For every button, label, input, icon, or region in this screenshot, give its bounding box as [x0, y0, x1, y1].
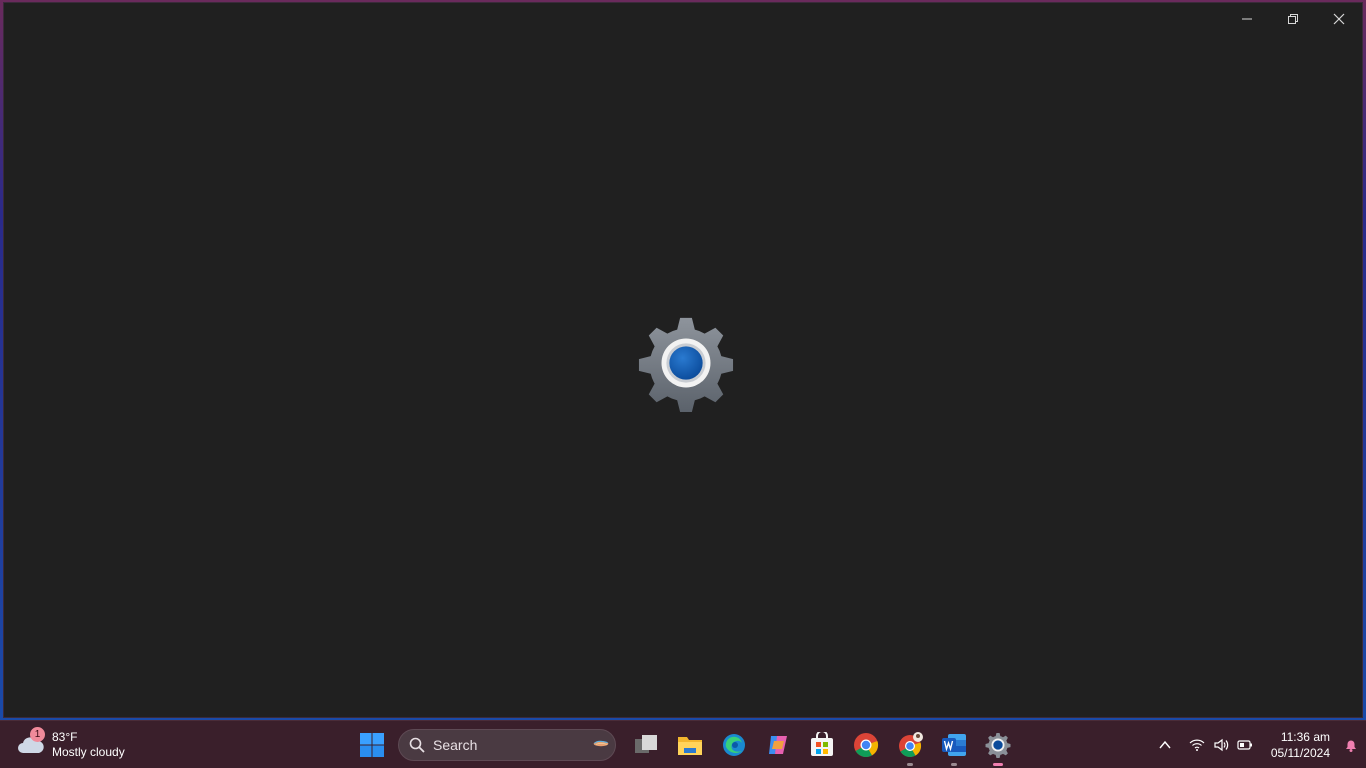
task-view-button[interactable]	[626, 725, 666, 765]
search-input[interactable]: Search	[398, 729, 616, 761]
battery-button[interactable]	[1233, 733, 1257, 757]
active-indicator	[993, 763, 1003, 766]
windows-logo-icon	[360, 733, 384, 757]
chrome-profile-button[interactable]	[890, 725, 930, 766]
task-view-icon	[635, 735, 657, 753]
store-icon	[811, 732, 833, 756]
word-button[interactable]	[934, 725, 974, 766]
folder-icon	[678, 737, 702, 755]
battery-icon	[1237, 740, 1252, 750]
window-controls	[1224, 3, 1362, 35]
chrome-profile-icon	[899, 732, 923, 757]
wifi-icon	[1189, 739, 1205, 751]
edge-button[interactable]	[714, 725, 754, 765]
settings-gear-icon	[985, 733, 1011, 758]
settings-window	[3, 2, 1363, 718]
running-indicator	[907, 763, 913, 766]
clock-date: 05/11/2024	[1270, 746, 1330, 760]
bell-icon	[1346, 740, 1356, 752]
search-highlight-icon	[593, 740, 609, 747]
running-indicator	[951, 763, 957, 766]
taskbar: 1 83°F Mostly cloudy Search 11:36 am 05/…	[0, 720, 1366, 768]
copilot-icon	[769, 736, 787, 754]
chevron-up-icon	[1159, 740, 1171, 749]
close-icon	[1333, 13, 1345, 25]
volume-button[interactable]	[1209, 733, 1233, 757]
file-explorer-button[interactable]	[670, 725, 710, 765]
volume-icon	[1214, 738, 1228, 752]
close-button[interactable]	[1316, 3, 1362, 35]
clock[interactable]: 11:36 am 05/11/2024	[1271, 729, 1330, 761]
show-hidden-icons-button[interactable]	[1153, 733, 1177, 757]
minimize-button[interactable]	[1224, 3, 1270, 35]
store-button[interactable]	[802, 725, 842, 765]
settings-button[interactable]	[978, 725, 1018, 766]
taskbar-apps: Search	[352, 725, 1022, 766]
edge-icon	[723, 734, 745, 756]
search-icon	[409, 737, 425, 753]
cloud-icon: 1	[16, 727, 46, 757]
word-icon	[942, 734, 966, 756]
system-tray: 11:36 am 05/11/2024	[1153, 721, 1366, 768]
restore-button[interactable]	[1270, 3, 1316, 35]
chrome-icon	[854, 733, 879, 758]
restore-icon	[1288, 14, 1298, 24]
search-placeholder: Search	[433, 737, 478, 753]
wifi-button[interactable]	[1185, 733, 1209, 757]
weather-condition: Mostly cloudy	[52, 745, 125, 759]
copilot-button[interactable]	[758, 725, 798, 765]
weather-temperature: 83°F	[52, 730, 78, 744]
weather-widget[interactable]: 1 83°F Mostly cloudy	[16, 727, 125, 763]
weather-badge: 1	[30, 727, 45, 742]
clock-time: 11:36 am	[1280, 730, 1330, 744]
settings-gear-icon	[638, 317, 734, 412]
minimize-icon	[1242, 18, 1252, 20]
chrome-button[interactable]	[846, 725, 886, 765]
notifications-button[interactable]	[1336, 721, 1366, 768]
start-button[interactable]	[352, 725, 392, 765]
title-bar[interactable]	[4, 3, 1362, 35]
